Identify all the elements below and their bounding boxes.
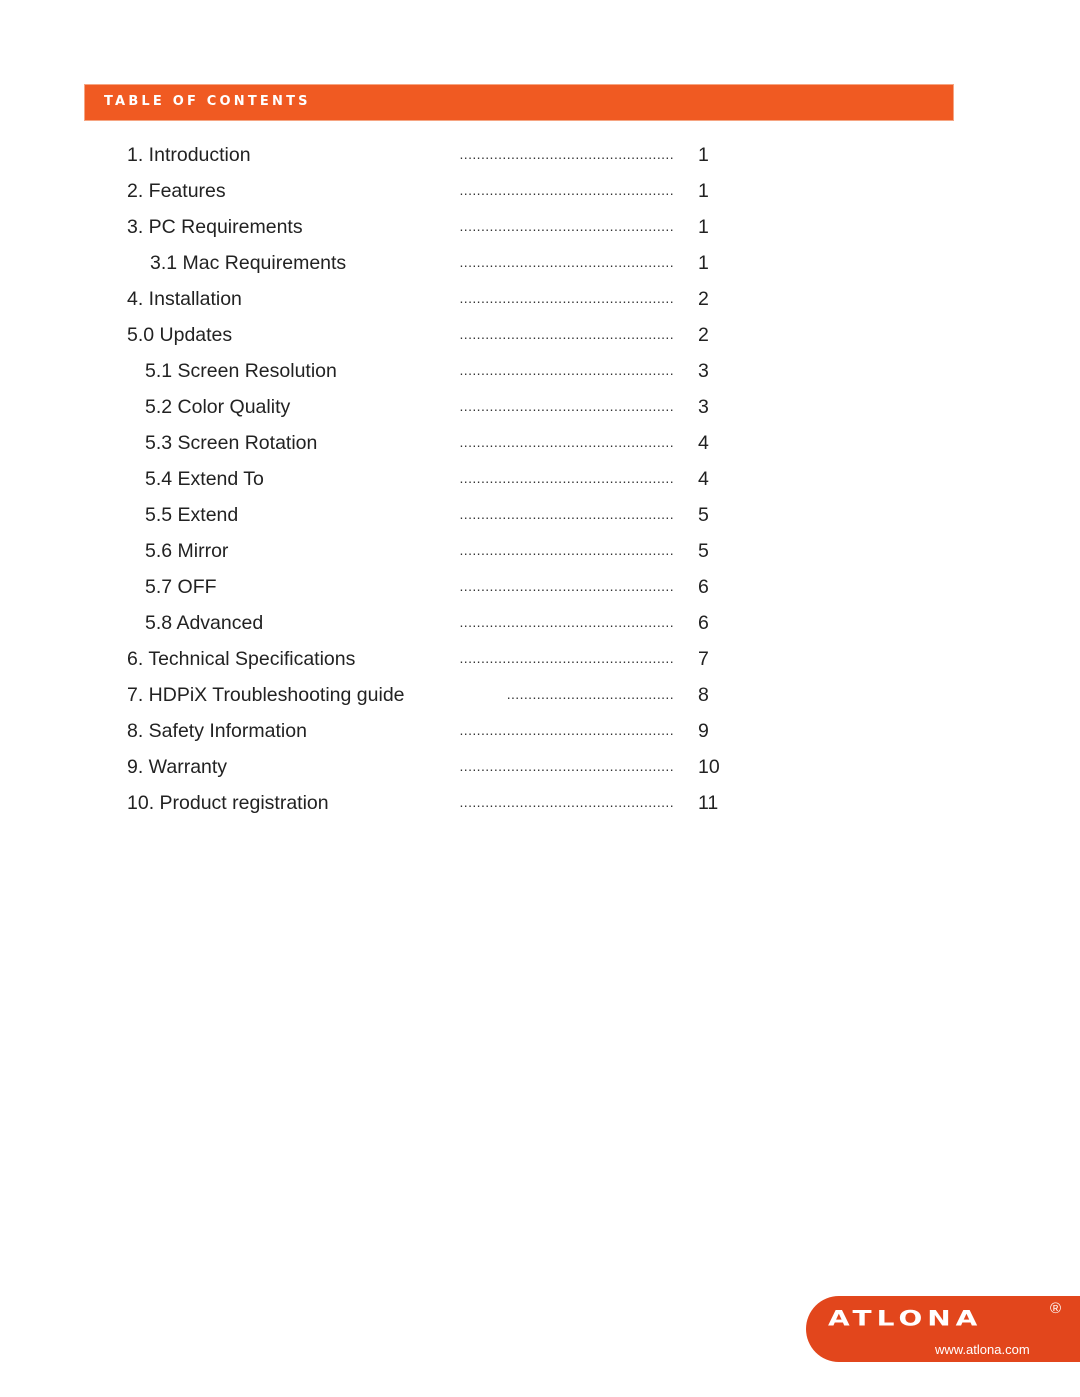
- toc-dot-leader: ........................................…: [459, 290, 674, 306]
- toc-entry[interactable]: 1. Introduction.........................…: [0, 144, 1080, 180]
- toc-page-number[interactable]: 1: [698, 216, 709, 239]
- toc-page-number[interactable]: 5: [698, 504, 709, 527]
- toc-entry-title[interactable]: 5.7 OFF: [145, 576, 217, 599]
- toc-dot-leader: ........................................…: [459, 506, 674, 522]
- toc-entry[interactable]: 9. Warranty.............................…: [0, 756, 1080, 792]
- toc-dot-leader: ........................................…: [459, 434, 674, 450]
- toc-entry[interactable]: 5.8 Advanced............................…: [0, 612, 1080, 648]
- toc-page-number[interactable]: 1: [698, 180, 709, 203]
- toc-entry[interactable]: 3.1 Mac Requirements....................…: [0, 252, 1080, 288]
- toc-entry[interactable]: 8. Safety Information...................…: [0, 720, 1080, 756]
- toc-entry-title[interactable]: 5.1 Screen Resolution: [145, 360, 337, 383]
- toc-entry-title[interactable]: 5.3 Screen Rotation: [145, 432, 317, 455]
- toc-dot-leader: ........................................…: [459, 146, 674, 162]
- toc-page-number[interactable]: 10: [698, 756, 720, 779]
- registered-mark: ®: [1050, 1300, 1062, 1317]
- toc-entry-title[interactable]: 5.2 Color Quality: [145, 396, 290, 419]
- toc-page-number[interactable]: 4: [698, 432, 709, 455]
- toc-entry-title[interactable]: 10. Product registration: [127, 792, 329, 815]
- toc-entry[interactable]: 5.3 Screen Rotation.....................…: [0, 432, 1080, 468]
- toc-page-number[interactable]: 11: [698, 792, 718, 815]
- toc-entry-title[interactable]: 7. HDPiX Troubleshooting guide: [127, 684, 405, 707]
- toc-entry[interactable]: 5.5 Extend..............................…: [0, 504, 1080, 540]
- toc-page-number[interactable]: 1: [698, 144, 709, 167]
- toc-page-number[interactable]: 6: [698, 576, 709, 599]
- toc-page-number[interactable]: 3: [698, 396, 709, 419]
- toc-dot-leader: ........................................…: [459, 326, 674, 342]
- toc-page-number[interactable]: 2: [698, 288, 709, 311]
- toc-page-number[interactable]: 4: [698, 468, 709, 491]
- toc-dot-leader: ........................................…: [459, 470, 674, 486]
- toc-entry[interactable]: 5.2 Color Quality.......................…: [0, 396, 1080, 432]
- toc-dot-leader: ........................................…: [459, 398, 674, 414]
- logo-brand: ATLONA: [828, 1306, 983, 1331]
- toc-dot-leader: ........................................…: [459, 794, 674, 810]
- toc-entry-title[interactable]: 8. Safety Information: [127, 720, 307, 743]
- toc-dot-leader: ........................................…: [459, 542, 674, 558]
- toc-entry-title[interactable]: 2. Features: [127, 180, 226, 203]
- toc-dot-leader: ........................................…: [459, 650, 674, 666]
- toc-dot-leader: ........................................…: [459, 722, 674, 738]
- toc-entry[interactable]: 5.6 Mirror..............................…: [0, 540, 1080, 576]
- toc-page-number[interactable]: 5: [698, 540, 709, 563]
- toc-page-number[interactable]: 7: [698, 648, 709, 671]
- toc-entry-title[interactable]: 5.0 Updates: [127, 324, 232, 347]
- toc-heading: TABLE OF CONTENTS: [104, 94, 311, 109]
- toc-dot-leader: ........................................…: [459, 362, 674, 378]
- toc-entry[interactable]: 3. PC Requirements......................…: [0, 216, 1080, 252]
- toc-page-number[interactable]: 2: [698, 324, 709, 347]
- toc-dot-leader: ........................................…: [459, 578, 674, 594]
- toc-dot-leader: ........................................…: [459, 758, 674, 774]
- toc-entry[interactable]: 7. HDPiX Troubleshooting guide..........…: [0, 684, 1080, 720]
- atlona-logo: ATLONA ® www.atlona.com: [806, 1296, 1080, 1362]
- toc-entry-title[interactable]: 3.1 Mac Requirements: [150, 252, 346, 275]
- toc-entry[interactable]: 5.1 Screen Resolution...................…: [0, 360, 1080, 396]
- toc-page-number[interactable]: 9: [698, 720, 709, 743]
- toc-entry-title[interactable]: 5.4 Extend To: [145, 468, 264, 491]
- toc-entry-title[interactable]: 9. Warranty: [127, 756, 227, 779]
- toc-page-number[interactable]: 8: [698, 684, 709, 707]
- toc-entry-title[interactable]: 4. Installation: [127, 288, 242, 311]
- toc-entry-title[interactable]: 5.6 Mirror: [145, 540, 228, 563]
- toc-page-number[interactable]: 6: [698, 612, 709, 635]
- toc-page-number[interactable]: 1: [698, 252, 709, 275]
- toc-entry[interactable]: 2. Features.............................…: [0, 180, 1080, 216]
- toc-entry[interactable]: 6. Technical Specifications.............…: [0, 648, 1080, 684]
- toc-entry-title[interactable]: 5.8 Advanced: [145, 612, 263, 635]
- toc-header-bar: TABLE OF CONTENTS: [84, 84, 954, 121]
- toc-entry-title[interactable]: 3. PC Requirements: [127, 216, 303, 239]
- toc-entry[interactable]: 4. Installation.........................…: [0, 288, 1080, 324]
- toc-dot-leader: ........................................…: [459, 614, 674, 630]
- toc-entry[interactable]: 5.0 Updates.............................…: [0, 324, 1080, 360]
- toc-page-number[interactable]: 3: [698, 360, 709, 383]
- toc-entry-title[interactable]: 1. Introduction: [127, 144, 251, 167]
- toc-dot-leader: ........................................…: [459, 218, 674, 234]
- toc-entry[interactable]: 10. Product registration................…: [0, 792, 1080, 828]
- toc-dot-leader: ........................................…: [459, 182, 674, 198]
- toc-dot-leader: .......................................: [506, 686, 674, 702]
- toc-entry[interactable]: 5.4 Extend To...........................…: [0, 468, 1080, 504]
- toc-entry-title[interactable]: 6. Technical Specifications: [127, 648, 355, 671]
- toc-entry[interactable]: 5.7 OFF.................................…: [0, 576, 1080, 612]
- toc-dot-leader: ........................................…: [459, 254, 674, 270]
- logo-url: www.atlona.com: [935, 1342, 1030, 1357]
- toc-entry-title[interactable]: 5.5 Extend: [145, 504, 238, 527]
